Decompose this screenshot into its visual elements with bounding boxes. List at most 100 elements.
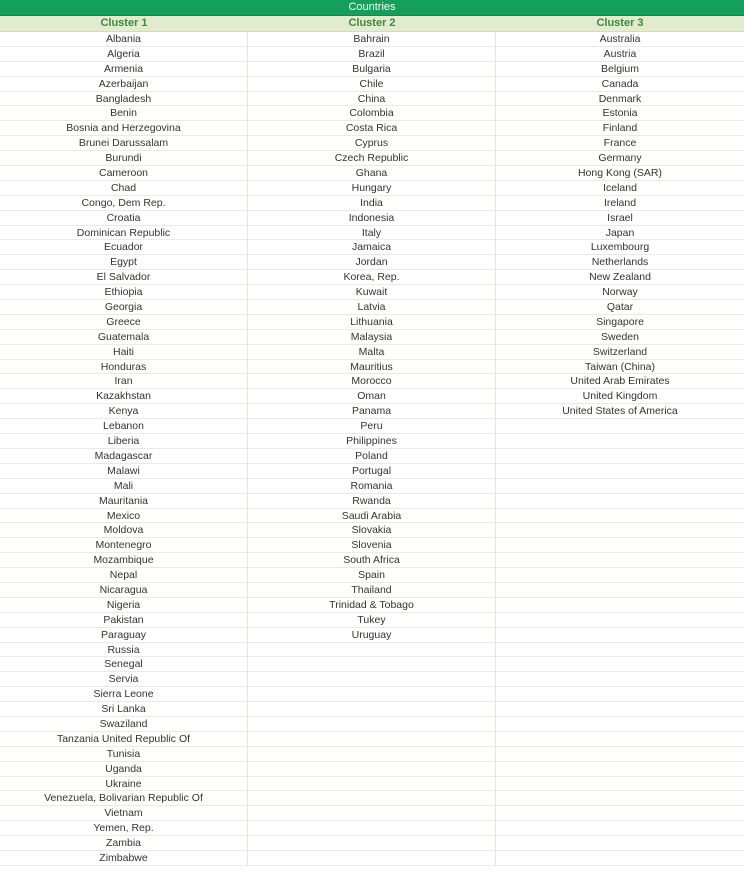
table-cell: Korea, Rep. [248,270,495,286]
table-cell: Dominican Republic [0,226,247,241]
table-cell [496,643,744,658]
cluster-3-column: Australia Austria Belgium Canada Denmark Esto… [496,32,744,866]
table-cell [496,762,744,777]
table-cell: Colombia [248,106,495,122]
table-cell: United Kingdom [496,389,744,405]
table-cell [496,464,744,479]
table-cell: Taiwan (China) [496,360,744,375]
table-cell: Kazakhstan [0,389,247,405]
table-cell: Saudi Arabia [248,509,495,524]
table-cell: Panama [248,404,495,420]
table-cell: Ghana [248,166,495,181]
table-cell [496,583,744,598]
table-cell: Swaziland [0,717,247,732]
table-cell [496,628,744,643]
table-cell: Algeria [0,47,247,62]
table-cell: Sierra Leone [0,687,247,703]
table-cell: Montenegro [0,538,247,554]
table-cell: Liberia [0,434,247,449]
table-cell: Pakistan [0,613,247,628]
table-cell [496,806,744,822]
table-cell: Australia [496,32,744,47]
table-cell: El Salvador [0,270,247,286]
table-cell: Poland [248,449,495,464]
table-cell [496,791,744,807]
table-cell [248,836,495,851]
table-cell: Kuwait [248,285,495,301]
table-cell: Zimbabwe [0,851,247,866]
table-cell: Malta [248,345,495,360]
table-cell: Romania [248,479,495,494]
table-cell: Nicaragua [0,583,247,598]
table-cell: Benin [0,106,247,122]
table-cell [496,717,744,732]
table-cell: Hong Kong (SAR) [496,166,744,181]
table-cell [248,791,495,807]
table-cell [248,687,495,703]
table-cell: Sweden [496,330,744,345]
table-cell [248,806,495,822]
table-cell [496,553,744,569]
table-cell: Italy [248,226,495,241]
table-cell [496,449,744,464]
table-cell: Cameroon [0,166,247,181]
table-cell: Slovakia [248,523,495,539]
table-cell [496,523,744,539]
table-cell: Congo, Dem Rep. [0,196,247,211]
table-cell: Netherlands [496,255,744,271]
table-cell: Malaysia [248,330,495,345]
table-cell: United States of America [496,404,744,420]
table-cell: Venezuela, Bolivarian Republic Of [0,791,247,807]
table-cell: Costa Rica [248,121,495,137]
table-cell: Portugal [248,464,495,479]
cluster-2-column: Bahrain Brazil Bulgaria Chile China Colombia C… [248,32,496,866]
table-cell: Japan [496,226,744,241]
table-cell: Tukey [248,613,495,628]
header-row: Cluster 1 Cluster 2 Cluster 3 [0,16,744,32]
table-cell: Brunei Darussalam [0,136,247,152]
table-cell: India [248,196,495,211]
table-cell: Nepal [0,568,247,583]
table-cell: Jamaica [248,240,495,256]
table-cell: Paraguay [0,628,247,643]
table-cell: Indonesia [248,211,495,226]
countries-table: Countries Cluster 1 Cluster 2 Cluster 3 … [0,0,744,866]
table-cell [496,777,744,792]
table-cell: Rwanda [248,494,495,509]
table-cell: Vietnam [0,806,247,822]
table-cell: Jordan [248,255,495,271]
table-cell: Albania [0,32,247,47]
table-cell [496,479,744,494]
table-cell: Honduras [0,360,247,375]
table-cell: Denmark [496,92,744,107]
table-cell: Qatar [496,300,744,315]
table-cell [496,598,744,613]
table-cell [496,494,744,509]
table-cell: Thailand [248,583,495,598]
table-cell: Iran [0,374,247,390]
table-cell: Greece [0,315,247,330]
header-cluster-2: Cluster 2 [348,17,396,29]
table-cell [496,672,744,688]
table-cell: Luxembourg [496,240,744,256]
table-cell: Ireland [496,196,744,211]
table-cell [496,851,744,866]
table-cell: Latvia [248,300,495,315]
table-cell: Singapore [496,315,744,330]
table-cell: Brazil [248,47,495,62]
table-cell: Georgia [0,300,247,315]
table-cell: Uganda [0,762,247,777]
table-cell: Guatemala [0,330,247,345]
table-cell: Croatia [0,211,247,226]
table-cell [496,836,744,851]
table-cell [496,702,744,717]
table-cell: Finland [496,121,744,137]
table-cell [248,777,495,792]
table-cell: Mexico [0,509,247,524]
table-cell: Philippines [248,434,495,449]
table-cell: Norway [496,285,744,301]
table-cell: Senegal [0,657,247,673]
table-cell: Armenia [0,62,247,77]
table-cell: France [496,136,744,152]
table-cell: South Africa [248,553,495,569]
